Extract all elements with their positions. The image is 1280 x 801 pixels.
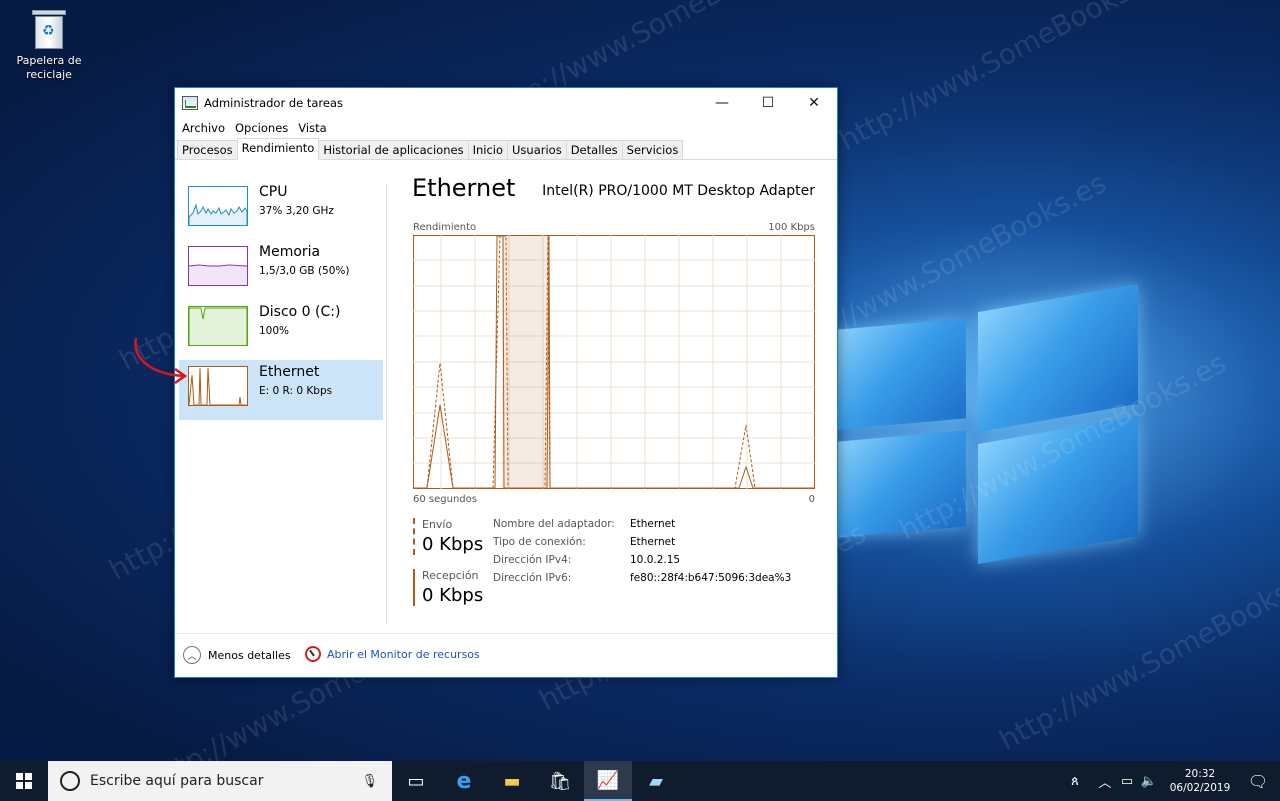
performance-panel: CPU 37% 3,20 GHz Memoria 1,5/3,0 GB (50%… bbox=[175, 162, 837, 632]
receive-label: Recepción bbox=[422, 569, 479, 582]
resource-name: Disco 0 (C:) bbox=[259, 304, 341, 320]
tab-procesos[interactable]: Procesos bbox=[177, 140, 238, 159]
search-box[interactable]: Escribe aquí para buscar 🎙 bbox=[48, 761, 392, 801]
throughput-graph bbox=[413, 235, 815, 489]
menu-bar: Archivo Opciones Vista bbox=[175, 118, 837, 138]
red-arrow-annotation bbox=[134, 337, 188, 385]
start-button[interactable] bbox=[0, 761, 48, 801]
resource-heading: Ethernet bbox=[412, 174, 516, 202]
resource-usage: 1,5/3,0 GB (50%) bbox=[259, 265, 350, 277]
tab-inicio[interactable]: Inicio bbox=[467, 140, 508, 159]
tab-rendimiento[interactable]: Rendimiento bbox=[236, 138, 320, 160]
task-view-icon[interactable]: ▭ bbox=[392, 761, 440, 801]
property-value: fe80::28f4:b647:5096:3dea%3 bbox=[630, 572, 792, 584]
open-resource-monitor-link[interactable]: Abrir el Monitor de recursos bbox=[305, 646, 480, 662]
sidebar-divider bbox=[386, 184, 387, 624]
maximize-button[interactable]: ☐ bbox=[745, 88, 791, 118]
property-key: Dirección IPv4: bbox=[493, 554, 572, 566]
menu-opciones[interactable]: Opciones bbox=[230, 121, 293, 135]
chevron-up-icon[interactable]: ︿ bbox=[1094, 772, 1116, 791]
property-value: 10.0.2.15 bbox=[630, 554, 681, 566]
task-manager-taskbar-icon[interactable]: 📈 bbox=[584, 761, 632, 801]
send-stat: Envío 0 Kbps bbox=[413, 518, 493, 555]
windows-logo-wallpaper bbox=[838, 280, 1138, 600]
resource-name: Ethernet bbox=[259, 364, 320, 380]
notepad-icon[interactable]: ▰ bbox=[632, 761, 680, 801]
graph-max-label: 100 Kbps bbox=[768, 222, 815, 233]
cortana-icon bbox=[60, 771, 80, 791]
disk-thumbnail-graph bbox=[188, 306, 248, 346]
less-details-button[interactable]: ︿ Menos detalles bbox=[183, 646, 291, 664]
resource-name: Memoria bbox=[259, 244, 321, 260]
window-title: Administrador de tareas bbox=[204, 96, 344, 110]
property-value: Ethernet bbox=[630, 536, 676, 548]
tab-strip: Procesos Rendimiento Historial de aplica… bbox=[175, 138, 837, 160]
property-value: Ethernet bbox=[630, 518, 676, 530]
file-explorer-icon[interactable]: ▬ bbox=[488, 761, 536, 801]
close-button[interactable]: ✕ bbox=[791, 88, 837, 118]
recycle-bin-label: Papelera de bbox=[16, 54, 82, 67]
microphone-icon[interactable]: 🎙 bbox=[361, 774, 378, 789]
cpu-thumbnail-graph bbox=[188, 186, 248, 226]
recycle-bin-icon: ♻ bbox=[32, 8, 66, 50]
window-footer: ︿ Menos detalles Abrir el Monitor de rec… bbox=[175, 633, 837, 677]
clock-date: 06/02/2019 bbox=[1169, 782, 1231, 794]
resource-item-cpu[interactable]: CPU 37% 3,20 GHz bbox=[179, 180, 383, 240]
tab-usuarios[interactable]: Usuarios bbox=[507, 140, 567, 159]
edge-browser-icon[interactable]: e bbox=[440, 761, 488, 801]
recycle-bin-label: reciclaje bbox=[26, 68, 72, 81]
property-key: Tipo de conexión: bbox=[493, 536, 586, 548]
open-resource-monitor-label: Abrir el Monitor de recursos bbox=[327, 647, 480, 661]
property-row: Nombre del adaptador: Ethernet bbox=[493, 518, 791, 536]
volume-icon[interactable]: 🔈 bbox=[1138, 774, 1160, 789]
property-key: Nombre del adaptador: bbox=[493, 518, 615, 530]
title-bar[interactable]: Administrador de tareas — ☐ ✕ bbox=[175, 88, 837, 118]
task-manager-window: Administrador de tareas — ☐ ✕ Archivo Op… bbox=[174, 87, 838, 678]
tab-historial[interactable]: Historial de aplicaciones bbox=[318, 140, 469, 159]
resource-monitor-icon bbox=[305, 646, 321, 662]
send-label: Envío bbox=[422, 518, 453, 531]
search-placeholder: Escribe aquí para buscar bbox=[90, 773, 264, 789]
less-details-label: Menos detalles bbox=[208, 648, 291, 662]
resource-usage: 100% bbox=[259, 325, 290, 337]
resource-item-disco[interactable]: Disco 0 (C:) 100% bbox=[179, 300, 383, 360]
resource-usage: 37% 3,20 GHz bbox=[259, 205, 334, 217]
recycle-bin[interactable]: ♻ Papelera de reciclaje bbox=[12, 8, 86, 82]
receive-value: 0 Kbps bbox=[422, 585, 484, 606]
system-tray: ጰ ︿ ▭ 🔈 20:32 06/02/2019 🗨 bbox=[1064, 761, 1280, 801]
network-icon[interactable]: ▭ bbox=[1116, 774, 1138, 789]
graph-time-zero: 0 bbox=[808, 494, 815, 505]
property-key: Dirección IPv6: bbox=[493, 572, 572, 584]
action-center-icon[interactable]: 🗨 bbox=[1236, 772, 1280, 791]
graph-label: Rendimiento bbox=[413, 222, 477, 233]
chevron-up-icon: ︿ bbox=[183, 646, 201, 664]
memory-thumbnail-graph bbox=[188, 246, 248, 286]
tab-detalles[interactable]: Detalles bbox=[565, 140, 623, 159]
tab-servicios[interactable]: Servicios bbox=[621, 140, 684, 159]
ethernet-thumbnail-graph bbox=[188, 366, 248, 406]
resource-usage: E: 0 R: 0 Kbps bbox=[259, 385, 333, 397]
property-row: Tipo de conexión: Ethernet bbox=[493, 536, 791, 554]
store-icon[interactable]: 🛍 bbox=[536, 761, 584, 801]
people-icon[interactable]: ጰ bbox=[1064, 774, 1086, 789]
resource-item-ethernet[interactable]: Ethernet E: 0 R: 0 Kbps bbox=[179, 360, 383, 420]
taskbar: Escribe aquí para buscar 🎙 ▭ e ▬ 🛍 📈 ▰ ጰ… bbox=[0, 761, 1280, 801]
windows-start-icon bbox=[16, 773, 32, 789]
minimize-button[interactable]: — bbox=[699, 88, 745, 118]
property-row: Dirección IPv4: 10.0.2.15 bbox=[493, 554, 791, 572]
adapter-properties: Nombre del adaptador: Ethernet Tipo de c… bbox=[493, 518, 791, 590]
menu-archivo[interactable]: Archivo bbox=[177, 121, 230, 135]
menu-vista[interactable]: Vista bbox=[293, 121, 331, 135]
receive-stat: Recepción 0 Kbps bbox=[413, 569, 493, 606]
resource-item-memoria[interactable]: Memoria 1,5/3,0 GB (50%) bbox=[179, 240, 383, 300]
resource-name: CPU bbox=[259, 184, 288, 200]
task-manager-icon bbox=[182, 96, 198, 110]
adapter-name: Intel(R) PRO/1000 MT Desktop Adapter bbox=[542, 183, 815, 199]
resource-list: CPU 37% 3,20 GHz Memoria 1,5/3,0 GB (50%… bbox=[179, 180, 383, 420]
clock[interactable]: 20:32 06/02/2019 bbox=[1164, 767, 1236, 795]
property-row: Dirección IPv6: fe80::28f4:b647:5096:3de… bbox=[493, 572, 791, 590]
graph-time-span: 60 segundos bbox=[413, 494, 477, 505]
clock-time: 20:32 bbox=[1184, 768, 1216, 780]
send-value: 0 Kbps bbox=[422, 534, 484, 555]
